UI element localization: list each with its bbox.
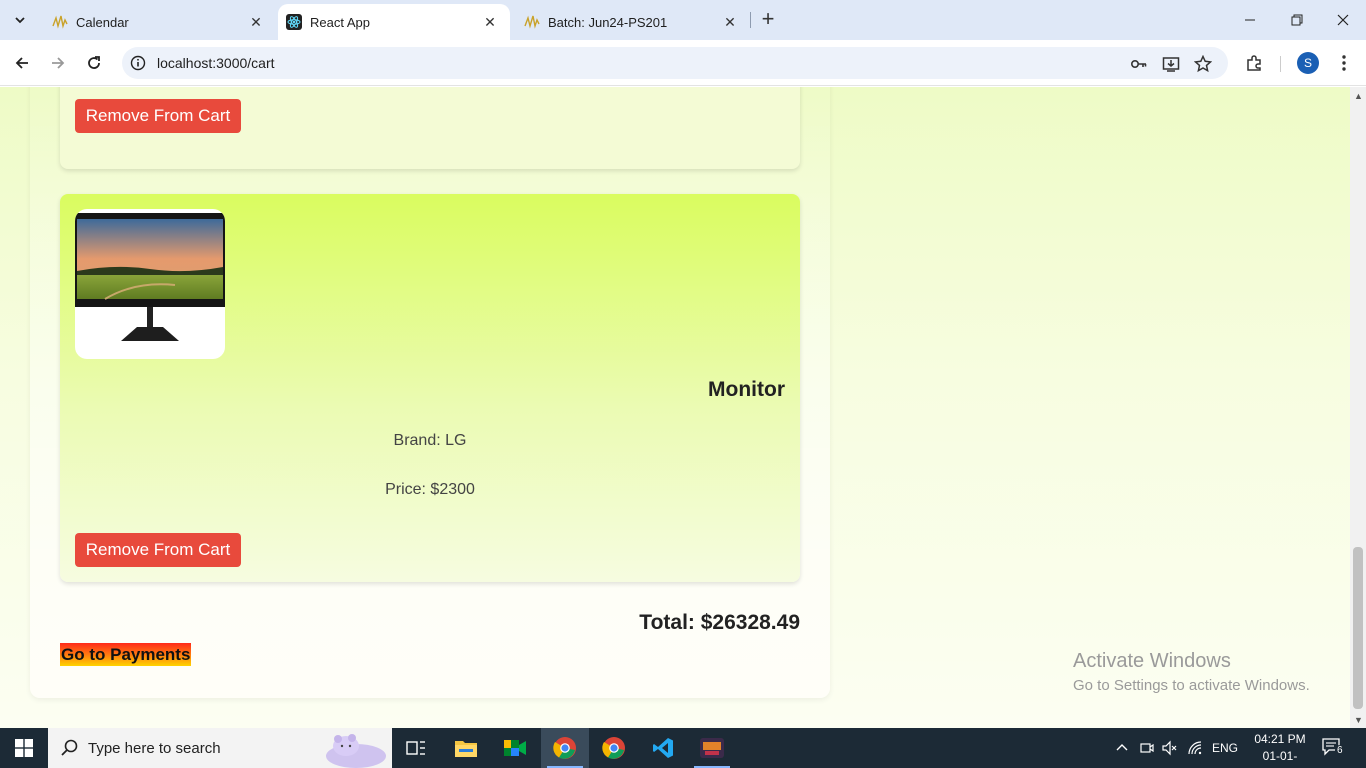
product-brand: Brand: LG [393, 432, 467, 449]
close-tab-icon[interactable]: ✕ [722, 14, 738, 30]
close-window-button[interactable] [1329, 6, 1357, 34]
restore-icon [1291, 14, 1303, 26]
activate-windows-watermark: Activate Windows Go to Settings to activ… [1073, 650, 1310, 694]
search-icon [61, 739, 78, 756]
product-price: Price: $2300 [385, 481, 475, 498]
search-highlight-bear-icon [326, 734, 386, 768]
task-view-button[interactable] [392, 728, 440, 768]
clock-date: 01-01-2025 [1262, 749, 1298, 768]
scroll-up-icon[interactable]: ▲ [1354, 91, 1363, 101]
tab-batch[interactable]: Batch: Jun24-PS201 ✕ [514, 4, 750, 40]
arrow-right-icon [52, 57, 65, 69]
scroll-down-icon[interactable]: ▼ [1354, 715, 1363, 725]
game-app-icon [700, 738, 724, 758]
volume-tray[interactable] [1161, 740, 1177, 759]
meet-icon [504, 740, 526, 756]
browser-toolbar: localhost:3000/cart S [0, 40, 1366, 86]
start-button[interactable] [0, 728, 48, 768]
reload-icon [88, 56, 100, 69]
folder-icon [455, 741, 477, 757]
notification-count-badge: 6 [1335, 745, 1345, 756]
remove-from-cart-button[interactable]: Remove From Cart [75, 99, 241, 133]
browser-tab-strip: Calendar ✕ React App ✕ Batch: Jun24-PS20… [0, 0, 1366, 40]
meet-app-button[interactable] [491, 728, 539, 768]
tab-title: Batch: Jun24-PS201 [548, 14, 668, 30]
minimize-button[interactable] [1236, 6, 1264, 34]
close-icon [1337, 14, 1349, 26]
bookmark-star-icon[interactable] [1194, 55, 1212, 73]
clock-time: 04:21 PM [1254, 732, 1306, 746]
notification-center-button[interactable]: 6 [1322, 738, 1346, 758]
extensions-icon[interactable] [1243, 52, 1265, 74]
product-name: Monitor [708, 378, 785, 401]
menu-kebab-icon[interactable] [1333, 52, 1355, 74]
page-viewport: Remove From Cart Monitor Brand: LG Price… [0, 87, 1350, 728]
tab-title: Calendar [76, 14, 129, 30]
address-bar[interactable]: localhost:3000/cart [122, 47, 1228, 79]
minimize-icon [1245, 19, 1255, 21]
volume-muted-icon [1162, 740, 1177, 756]
chrome-icon [602, 737, 625, 759]
forward-button[interactable] [46, 51, 70, 75]
site-info-icon[interactable] [130, 55, 146, 71]
tab-separator [750, 12, 751, 28]
chrome-profile-button[interactable] [541, 728, 589, 768]
watermark-subtitle: Go to Settings to activate Windows. [1073, 677, 1310, 694]
cart-total: Total: $26328.49 [639, 611, 800, 634]
game-app-button[interactable] [688, 728, 736, 768]
camera-icon [1140, 743, 1154, 753]
file-explorer-button[interactable] [442, 728, 490, 768]
tab-title: React App [310, 14, 370, 30]
windows-taskbar: Type here to search ENG 04:21 PM 01-01- … [0, 728, 1366, 768]
password-key-icon[interactable] [1130, 55, 1148, 73]
chevron-down-icon [15, 17, 25, 24]
remove-from-cart-button[interactable]: Remove From Cart [75, 533, 241, 567]
page-scrollbar[interactable]: ▲ ▼ [1350, 87, 1366, 728]
chrome-button[interactable] [590, 728, 638, 768]
product-image [75, 209, 225, 359]
lg-monitor-image [75, 213, 225, 341]
install-app-icon[interactable] [1162, 55, 1180, 73]
network-tray[interactable] [1187, 740, 1203, 759]
taskbar-clock[interactable]: 04:21 PM 01-01-2025 [1250, 731, 1310, 768]
taskbar-search-box[interactable]: Type here to search [48, 728, 392, 768]
chrome-icon [553, 737, 576, 759]
tab-search-button[interactable] [6, 8, 34, 32]
new-tab-button[interactable]: + [756, 8, 780, 32]
cart-item-card: Monitor Brand: LG Price: $2300 Remove Fr… [60, 194, 800, 582]
cart-item-card: Remove From Cart [60, 87, 800, 169]
windows-logo-icon [15, 739, 33, 757]
react-favicon-icon [286, 14, 302, 30]
reload-button[interactable] [82, 51, 106, 75]
chevron-up-icon [1116, 744, 1128, 751]
batch-favicon-icon [524, 14, 540, 30]
calendar-favicon-icon [52, 14, 68, 30]
tab-calendar[interactable]: Calendar ✕ [40, 4, 276, 40]
close-tab-icon[interactable]: ✕ [482, 14, 498, 30]
back-button[interactable] [10, 51, 34, 75]
vscode-button[interactable] [639, 728, 687, 768]
close-tab-icon[interactable]: ✕ [248, 14, 264, 30]
task-view-icon [406, 741, 425, 755]
language-indicator[interactable]: ENG [1212, 741, 1238, 755]
url-text[interactable]: localhost:3000/cart [157, 55, 275, 71]
show-hidden-icons[interactable] [1115, 740, 1129, 757]
search-placeholder: Type here to search [88, 740, 221, 757]
wifi-icon [1188, 741, 1202, 755]
go-to-payments-button[interactable]: Go to Payments [60, 643, 192, 666]
scrollbar-thumb[interactable] [1353, 547, 1363, 709]
vscode-icon [653, 738, 673, 758]
profile-avatar[interactable]: S [1297, 52, 1319, 74]
watermark-title: Activate Windows [1073, 650, 1231, 672]
toolbar-separator [1280, 56, 1281, 72]
restore-button[interactable] [1283, 6, 1311, 34]
meet-now-tray[interactable] [1139, 740, 1155, 759]
tab-react-app[interactable]: React App ✕ [278, 4, 510, 40]
arrow-left-icon [15, 57, 28, 69]
